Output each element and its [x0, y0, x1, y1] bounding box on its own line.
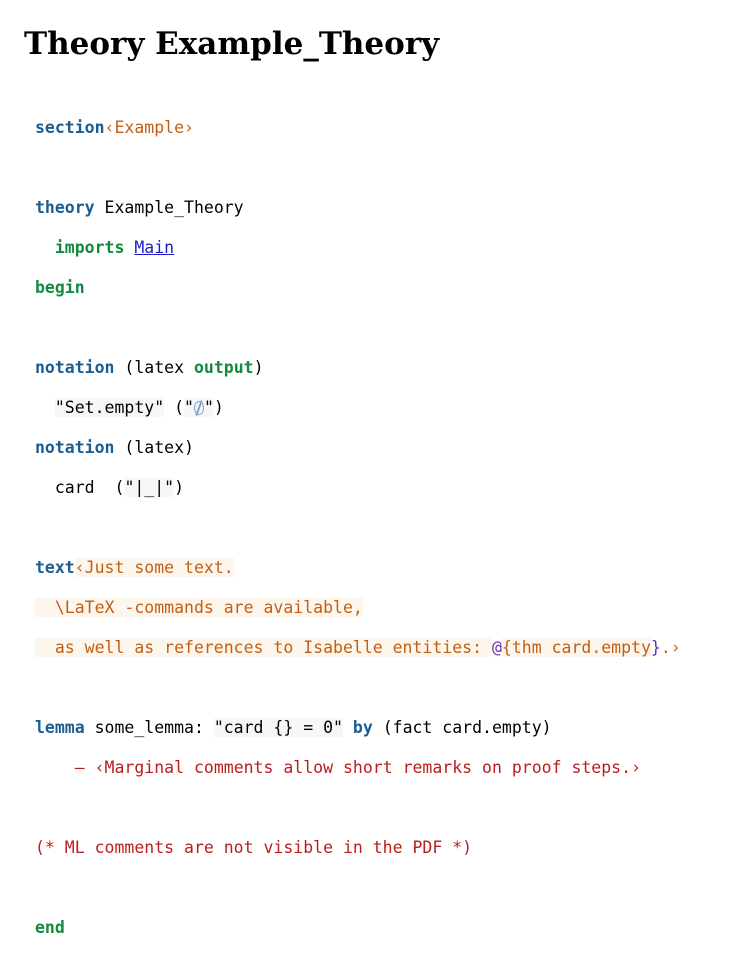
imports-main-link[interactable]: Main — [134, 238, 174, 257]
keyword-begin: begin — [35, 278, 85, 297]
code-line-text3: as well as references to Isabelle entiti… — [35, 638, 681, 658]
keyword-notation: notation — [35, 438, 115, 457]
text-cartouche-line2: \LaTeX -commands are available, — [35, 598, 363, 617]
string-card-syntax: "|_|" — [124, 478, 175, 497]
theory-source-code: section‹Example› theory Example_Theory i… — [35, 98, 681, 958]
keyword-text: text — [35, 558, 75, 577]
code-line-lemma: lemma some_lemma: "card {} = 0" by (fact… — [35, 718, 681, 738]
code-line-end: end — [35, 918, 681, 938]
keyword-theory: theory — [35, 198, 95, 217]
keyword-lemma: lemma — [35, 718, 85, 737]
section-title-text: Example — [114, 118, 185, 137]
notation-mode-close: ) — [253, 358, 264, 377]
code-line-notation1-body: "Set.empty" (" ") — [35, 398, 681, 418]
code-line-imports: imports Main — [35, 238, 681, 258]
keyword-by: by — [352, 718, 373, 737]
string-set-empty: "Set.empty" — [54, 398, 165, 417]
code-line-marginal: — ‹Marginal comments allow short remarks… — [35, 758, 681, 778]
notation-mode-open: (latex — [114, 358, 194, 377]
ml-comment: (* ML comments are not visible in the PD… — [35, 838, 473, 857]
text-cartouche-line3: as well as references to Isabelle entiti… — [35, 638, 492, 657]
proof-method: (fact card.empty) — [372, 718, 552, 737]
lemma-proposition: "card {} = 0" — [213, 718, 343, 737]
code-line-section: section‹Example› — [35, 118, 681, 138]
keyword-section: section — [35, 118, 105, 137]
keyword-end: end — [35, 918, 65, 937]
code-line-theory: theory Example_Theory — [35, 198, 681, 218]
page-title: Theory Example_Theory — [24, 26, 440, 62]
code-line-ml-comment: (* ML comments are not visible in the PD… — [35, 838, 681, 858]
empty-set-symbol — [193, 398, 204, 417]
keyword-notation: notation — [35, 358, 115, 377]
notation-paren: ( — [164, 398, 185, 417]
text-cartouche-end: .› — [660, 638, 681, 657]
keyword-imports: imports — [54, 238, 125, 257]
antiquotation-thm[interactable]: thm card.empty — [511, 638, 651, 657]
antiquotation-brace-close: } — [650, 638, 661, 657]
notation-paren-close: ) — [213, 398, 224, 417]
string-quote-close: " — [203, 398, 214, 417]
notation-paren: ( — [94, 478, 125, 497]
constant-card: card — [54, 478, 95, 497]
imports-sep — [124, 238, 134, 257]
code-line-notation2: notation (latex) — [35, 438, 681, 458]
keyword-output: output — [193, 358, 254, 377]
code-line-text1: text‹Just some text. — [35, 558, 681, 578]
antiquotation-at: @ — [491, 638, 502, 657]
string-quote-open: " — [184, 398, 194, 417]
lemma-sep — [343, 718, 353, 737]
cartouche-close: › — [184, 118, 194, 137]
text-cartouche-line1: ‹Just some text. — [74, 558, 234, 577]
code-line-text2: \LaTeX -commands are available, — [35, 598, 681, 618]
code-line-notation1: notation (latex output) — [35, 358, 681, 378]
notation-mode: (latex) — [114, 438, 194, 457]
empty-set-icon — [193, 401, 204, 415]
antiquotation-brace-open: { — [501, 638, 512, 657]
marginal-comment: — ‹Marginal comments allow short remarks… — [74, 758, 641, 777]
code-line-notation2-body: card ("|_|") — [35, 478, 681, 498]
lemma-name: some_lemma: — [84, 718, 214, 737]
cartouche-open: ‹ — [104, 118, 115, 137]
code-line-begin: begin — [35, 278, 681, 298]
notation-paren-close: ) — [174, 478, 185, 497]
theory-name: Example_Theory — [94, 198, 244, 217]
